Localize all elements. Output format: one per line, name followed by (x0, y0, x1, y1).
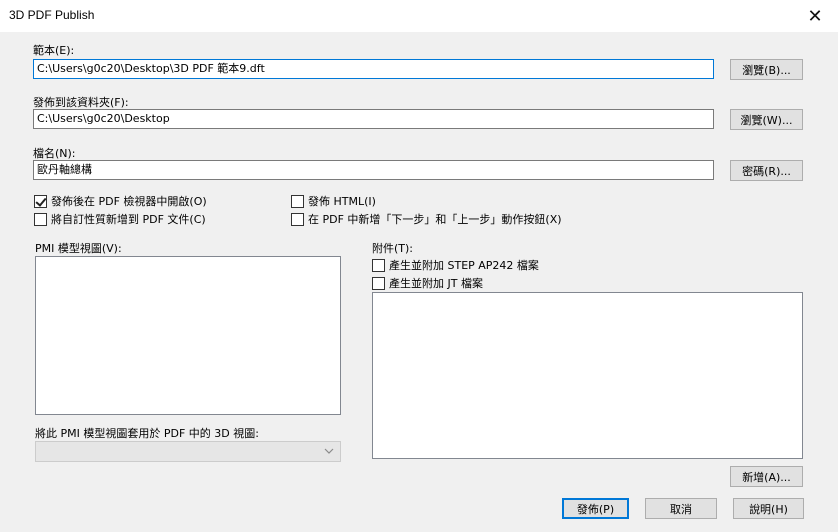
attachments-label: 附件(T): (372, 242, 414, 255)
attachments-list[interactable] (372, 292, 803, 459)
folder-label: 發佈到該資料夾(F): (33, 96, 129, 109)
window-title: 3D PDF Publish (9, 8, 95, 22)
chevron-down-icon (324, 448, 334, 454)
checkbox-unchecked-icon (34, 212, 47, 226)
add-nav-buttons-label: 在 PDF 中新增「下一步」和「上一步」動作按鈕(X) (308, 213, 562, 226)
attach-jt-label: 產生並附加 JT 檔案 (389, 277, 483, 290)
attach-step-label: 產生並附加 STEP AP242 檔案 (389, 259, 539, 272)
password-button[interactable]: 密碼(R)... (730, 160, 803, 181)
add-attachment-button[interactable]: 新增(A)... (730, 466, 803, 487)
publish-html-checkbox[interactable]: 發佈 HTML(I) (291, 193, 376, 209)
template-browse-button[interactable]: 瀏覽(B)... (730, 59, 803, 80)
add-nav-buttons-checkbox[interactable]: 在 PDF 中新增「下一步」和「上一步」動作按鈕(X) (291, 211, 562, 227)
checkbox-unchecked-icon (372, 276, 385, 290)
checkbox-unchecked-icon (291, 212, 304, 226)
folder-browse-button[interactable]: 瀏覽(W)... (730, 109, 803, 130)
title-bar: 3D PDF Publish ✕ (0, 0, 838, 32)
open-after-publish-label: 發佈後在 PDF 檢視器中開啟(O) (51, 195, 207, 208)
filename-label: 檔名(N): (33, 147, 76, 160)
publish-html-label: 發佈 HTML(I) (308, 195, 376, 208)
folder-path-input[interactable]: C:\Users\g0c20\Desktop (33, 109, 714, 129)
pmi-views-list[interactable] (35, 256, 341, 415)
close-icon[interactable]: ✕ (792, 0, 838, 32)
open-after-publish-checkbox[interactable]: 發佈後在 PDF 檢視器中開啟(O) (34, 193, 207, 209)
attach-step-checkbox[interactable]: 產生並附加 STEP AP242 檔案 (372, 257, 539, 273)
template-label: 範本(E): (33, 44, 75, 57)
add-custom-props-label: 將自訂性質新增到 PDF 文件(C) (51, 213, 206, 226)
attach-jt-checkbox[interactable]: 產生並附加 JT 檔案 (372, 275, 483, 291)
pmi-apply-label: 將此 PMI 模型視圖套用於 PDF 中的 3D 視圖: (35, 427, 259, 440)
pmi-view-select[interactable] (35, 441, 341, 462)
add-custom-props-checkbox[interactable]: 將自訂性質新增到 PDF 文件(C) (34, 211, 206, 227)
help-button[interactable]: 說明(H) (733, 498, 804, 519)
filename-input[interactable]: 歐丹軸總構 (33, 160, 714, 180)
publish-button[interactable]: 發佈(P) (562, 498, 629, 519)
checkbox-unchecked-icon (291, 194, 304, 208)
checkbox-checked-icon (34, 194, 47, 208)
cancel-button[interactable]: 取消 (645, 498, 717, 519)
checkbox-unchecked-icon (372, 258, 385, 272)
template-path-input[interactable]: C:\Users\g0c20\Desktop\3D PDF 範本9.dft (33, 59, 714, 79)
pmi-views-label: PMI 模型視圖(V): (35, 242, 122, 255)
